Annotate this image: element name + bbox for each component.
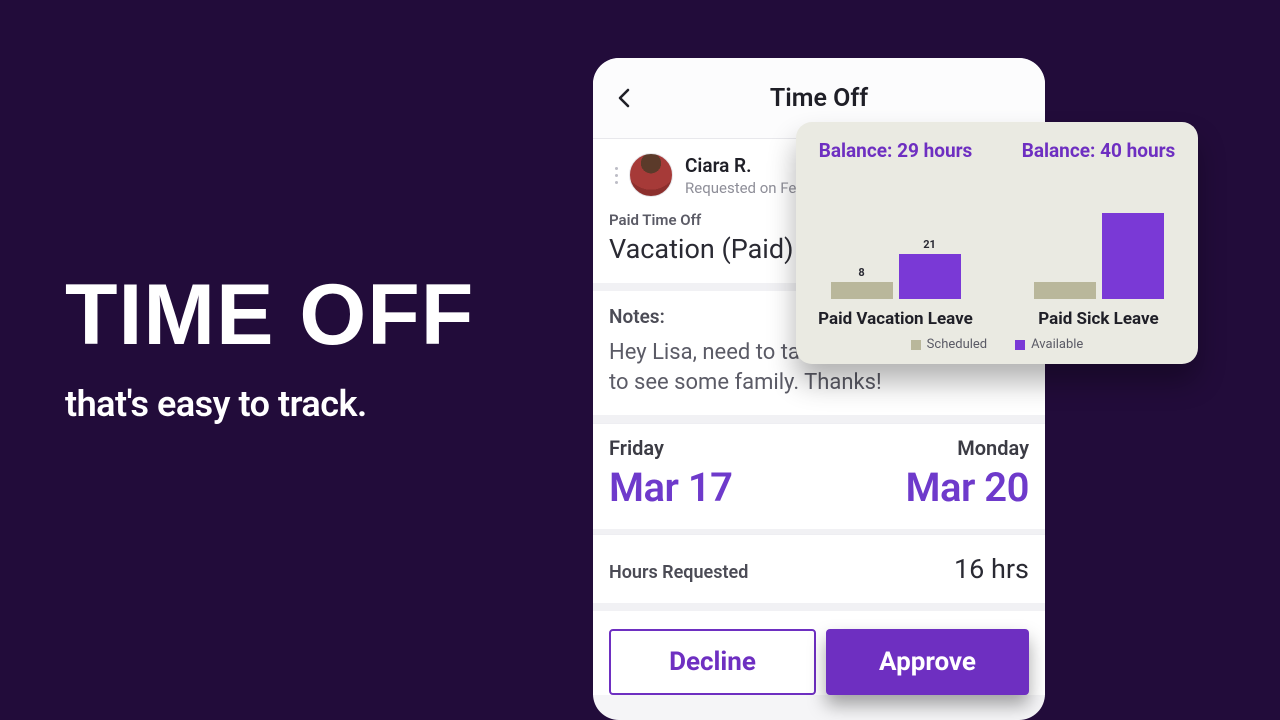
chart-vacation-category: Paid Vacation Leave xyxy=(818,309,973,329)
bar-vacation-available: 21 xyxy=(899,254,961,299)
chart-legend: Scheduled Available xyxy=(812,337,1182,352)
action-row: Decline Approve xyxy=(593,611,1045,695)
end-dow: Monday xyxy=(905,436,1029,460)
decline-button[interactable]: Decline xyxy=(609,629,816,695)
swatch-scheduled-icon xyxy=(911,340,921,350)
hours-requested-row: Hours Requested 16 hrs xyxy=(593,534,1045,603)
chart-sick: Balance: 40 hours Paid Sick Leave xyxy=(1015,140,1182,329)
hero-subtitle: that's easy to track. xyxy=(65,383,474,425)
bar-vacation-scheduled: 8 xyxy=(831,282,893,299)
kebab-icon[interactable] xyxy=(609,165,623,186)
legend-scheduled: Scheduled xyxy=(911,337,987,352)
chart-vacation: Balance: 29 hours 8 21 Paid Vacation Lea… xyxy=(812,140,979,329)
bar-sick-available xyxy=(1102,213,1164,299)
legend-available: Available xyxy=(1015,337,1083,352)
chart-sick-title: Balance: 40 hours xyxy=(1022,140,1176,163)
start-date: Mar 17 xyxy=(609,464,733,511)
approve-button[interactable]: Approve xyxy=(826,629,1029,695)
hero-title: TIME OFF xyxy=(65,275,474,357)
hero: TIME OFF that's easy to track. xyxy=(65,275,474,425)
balance-charts: Balance: 29 hours 8 21 Paid Vacation Lea… xyxy=(812,140,1182,329)
hours-requested-label: Hours Requested xyxy=(609,562,748,583)
start-dow: Friday xyxy=(609,436,733,460)
hours-requested-value: 16 hrs xyxy=(954,553,1029,585)
bar-sick-scheduled xyxy=(1034,282,1096,299)
date-range-block: Friday Mar 17 Monday Mar 20 xyxy=(593,423,1045,529)
chart-sick-bars xyxy=(1015,171,1182,299)
end-date: Mar 20 xyxy=(905,464,1029,511)
bar-value: 21 xyxy=(899,238,961,251)
bar-value: 8 xyxy=(831,266,893,279)
avatar xyxy=(629,153,673,197)
chart-vacation-bars: 8 21 xyxy=(812,171,979,299)
swatch-available-icon xyxy=(1015,340,1025,350)
chart-sick-category: Paid Sick Leave xyxy=(1038,309,1158,329)
balance-panel: Balance: 29 hours 8 21 Paid Vacation Lea… xyxy=(796,122,1198,364)
back-icon[interactable] xyxy=(613,86,637,110)
chart-vacation-title: Balance: 29 hours xyxy=(819,140,973,163)
page-title: Time Off xyxy=(770,84,868,113)
